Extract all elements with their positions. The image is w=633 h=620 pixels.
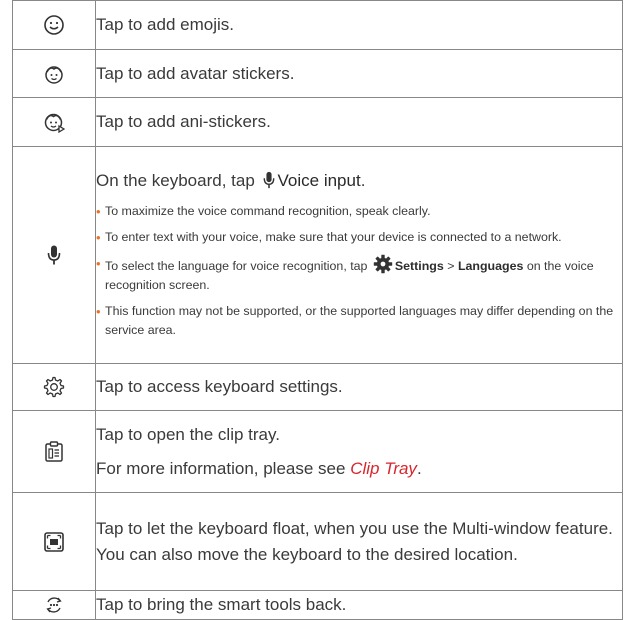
table-row-ani-stickers: Tap to add ani-stickers. <box>12 97 623 147</box>
icon-cell <box>12 492 96 591</box>
path-separator: > <box>447 259 455 273</box>
ani-stickers-description: Tap to add ani-stickers. <box>96 112 271 131</box>
text-cell: Tap to let the keyboard float, when you … <box>95 492 623 591</box>
avatar-description: Tap to add avatar stickers. <box>96 63 295 83</box>
gear-icon <box>43 376 65 398</box>
voice-lead: On the keyboard, tap Voice input. <box>96 168 622 194</box>
note-text: This function may not be supported, or t… <box>105 304 614 337</box>
smart-tools-description: Tap to bring the smart tools back. <box>96 595 347 614</box>
icon-cell <box>12 363 96 411</box>
smiley-icon <box>44 15 64 35</box>
float-keyboard-description: Tap to let the keyboard float, when you … <box>96 518 613 564</box>
list-item: To maximize the voice command recognitio… <box>96 202 622 221</box>
table-row-clip-tray: Tap to open the clip tray. For more info… <box>12 410 623 493</box>
avatar-face-icon <box>45 65 63 84</box>
table-row-float-keyboard: Tap to let the keyboard float, when you … <box>12 492 623 591</box>
table-row-settings: Tap to access keyboard settings. <box>12 363 623 411</box>
text-cell: Tap to access keyboard settings. <box>95 363 623 411</box>
microphone-icon <box>47 245 61 265</box>
icon-cell <box>12 49 96 98</box>
more-info-text: For more information, please see <box>96 458 346 478</box>
voice-input-label: Voice input <box>277 171 361 190</box>
text-cell: Tap to add emojis. <box>95 0 623 50</box>
settings-description: Tap to access keyboard settings. <box>96 377 343 396</box>
text-cell: Tap to bring the smart tools back. <box>95 590 623 620</box>
languages-label: Languages <box>457 259 524 273</box>
voice-lead-end: . <box>360 171 366 190</box>
clip-tray-icon <box>45 440 63 462</box>
emoji-description: Tap to add emojis. <box>96 15 234 34</box>
text-cell: Tap to open the clip tray. For more info… <box>95 410 623 493</box>
voice-notes-list: To maximize the voice command recognitio… <box>96 202 622 340</box>
clip-tray-description: Tap to open the clip tray. <box>96 424 280 444</box>
smart-tools-icon <box>46 597 62 613</box>
float-keyboard-icon <box>44 531 64 552</box>
clip-tray-more-info: For more information, please see Clip Tr… <box>96 456 622 482</box>
table-row-smart-tools: Tap to bring the smart tools back. <box>12 590 623 620</box>
note-text: To maximize the voice command recognitio… <box>105 204 431 218</box>
settings-label: Settings <box>394 259 444 273</box>
icon-cell <box>12 146 96 364</box>
icon-cell <box>12 410 96 493</box>
icon-cell <box>12 0 96 50</box>
table-row-voice-input: On the keyboard, tap Voice input. To max… <box>12 146 623 364</box>
gear-icon <box>373 254 393 274</box>
text-cell: Tap to add ani-stickers. <box>95 97 623 147</box>
more-info-end: . <box>416 458 422 478</box>
table-row-avatar: Tap to add avatar stickers. <box>12 49 623 98</box>
animated-face-icon <box>44 113 65 133</box>
list-item: To select the language for voice recogni… <box>96 254 622 295</box>
microphone-icon <box>263 171 274 189</box>
note-text: To enter text with your voice, make sure… <box>105 230 562 244</box>
text-cell: Tap to add avatar stickers. <box>95 49 623 98</box>
icon-cell <box>12 590 96 620</box>
keyboard-icons-table: Tap to add emojis. Tap to add avatar sti… <box>12 0 623 620</box>
clip-tray-link[interactable]: Clip Tray <box>350 459 417 478</box>
list-item: To enter text with your voice, make sure… <box>96 228 622 247</box>
icon-cell <box>12 97 96 147</box>
list-item: This function may not be supported, or t… <box>96 302 622 340</box>
note-text: To select the language for voice recogni… <box>105 259 368 273</box>
text-cell: On the keyboard, tap Voice input. To max… <box>95 146 623 364</box>
table-row-emoji: Tap to add emojis. <box>12 0 623 50</box>
voice-lead-text: On the keyboard, tap <box>96 171 255 190</box>
